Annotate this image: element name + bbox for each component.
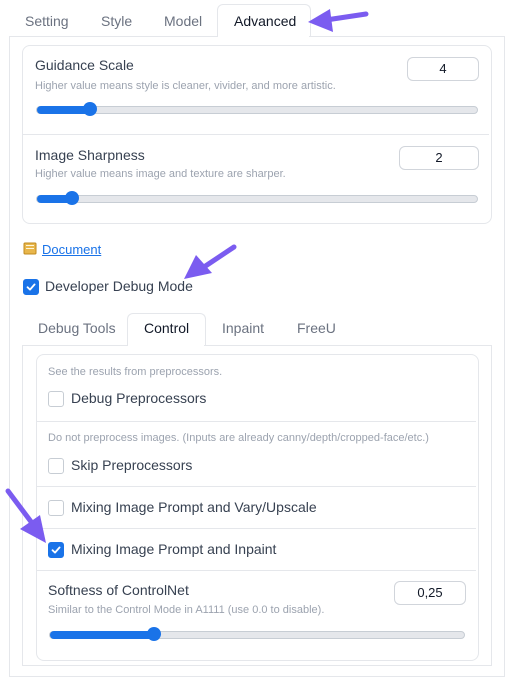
sharpness-slider[interactable] [36, 191, 478, 205]
tab-setting[interactable]: Setting [25, 13, 69, 29]
sharpness-input[interactable]: 2 [399, 146, 479, 170]
tab-style[interactable]: Style [101, 13, 132, 29]
tab-debug-tools[interactable]: Debug Tools [38, 320, 116, 336]
card-divider [23, 134, 489, 135]
softness-input[interactable]: 0,25 [394, 581, 466, 605]
guidance-slider-fill [37, 106, 90, 114]
mix-inpaint-label[interactable]: Mixing Image Prompt and Inpaint [71, 541, 276, 557]
debug-mode-label[interactable]: Developer Debug Mode [45, 278, 193, 294]
control-divider-4 [37, 570, 476, 571]
control-divider-3 [37, 528, 476, 529]
tab-advanced[interactable]: Advanced [234, 13, 296, 29]
subtab-baseline-left [22, 345, 127, 346]
arrow-icon [308, 9, 369, 32]
sharpness-label: Image Sharpness [35, 147, 145, 163]
subtab-baseline-right [204, 345, 491, 346]
tab-baseline-right [309, 36, 504, 37]
debug-preproc-label[interactable]: Debug Preprocessors [71, 390, 206, 406]
skip-preproc-checkbox[interactable] [48, 458, 64, 474]
tab-control[interactable]: Control [144, 320, 189, 336]
tab-freeu[interactable]: FreeU [297, 320, 336, 336]
document-icon [23, 241, 37, 255]
skip-preproc-label[interactable]: Skip Preprocessors [71, 457, 192, 473]
sharpness-desc: Higher value means image and texture are… [35, 168, 286, 180]
guidance-input[interactable]: 4 [407, 57, 479, 81]
softness-slider-fill [50, 631, 154, 639]
arrow-icon [184, 244, 237, 279]
sharpness-slider-thumb[interactable] [65, 191, 80, 205]
check-icon [26, 283, 36, 291]
tab-model[interactable]: Model [164, 13, 202, 29]
softness-desc: Similar to the Control Mode in A1111 (us… [48, 604, 325, 616]
tab-inpaint[interactable]: Inpaint [222, 320, 264, 336]
guidance-slider[interactable] [36, 102, 478, 116]
guidance-desc: Higher value means style is cleaner, viv… [35, 80, 336, 92]
preproc-hint: See the results from preprocessors. [48, 366, 223, 378]
control-divider-1 [37, 421, 476, 422]
softness-label: Softness of ControlNet [48, 582, 189, 598]
softness-slider-thumb[interactable] [146, 627, 161, 641]
document-link[interactable]: Document [42, 242, 101, 257]
arrow-icon [5, 488, 46, 543]
guidance-slider-thumb[interactable] [82, 102, 97, 116]
debug-mode-checkbox[interactable] [23, 279, 39, 295]
skip-hint: Do not preprocess images. (Inputs are al… [48, 432, 429, 444]
guidance-label: Guidance Scale [35, 57, 134, 73]
control-divider-2 [37, 486, 476, 487]
tab-baseline-left [9, 36, 217, 37]
mix-vary-label[interactable]: Mixing Image Prompt and Vary/Upscale [71, 499, 317, 515]
debug-preproc-checkbox[interactable] [48, 391, 64, 407]
softness-slider[interactable] [49, 627, 465, 641]
